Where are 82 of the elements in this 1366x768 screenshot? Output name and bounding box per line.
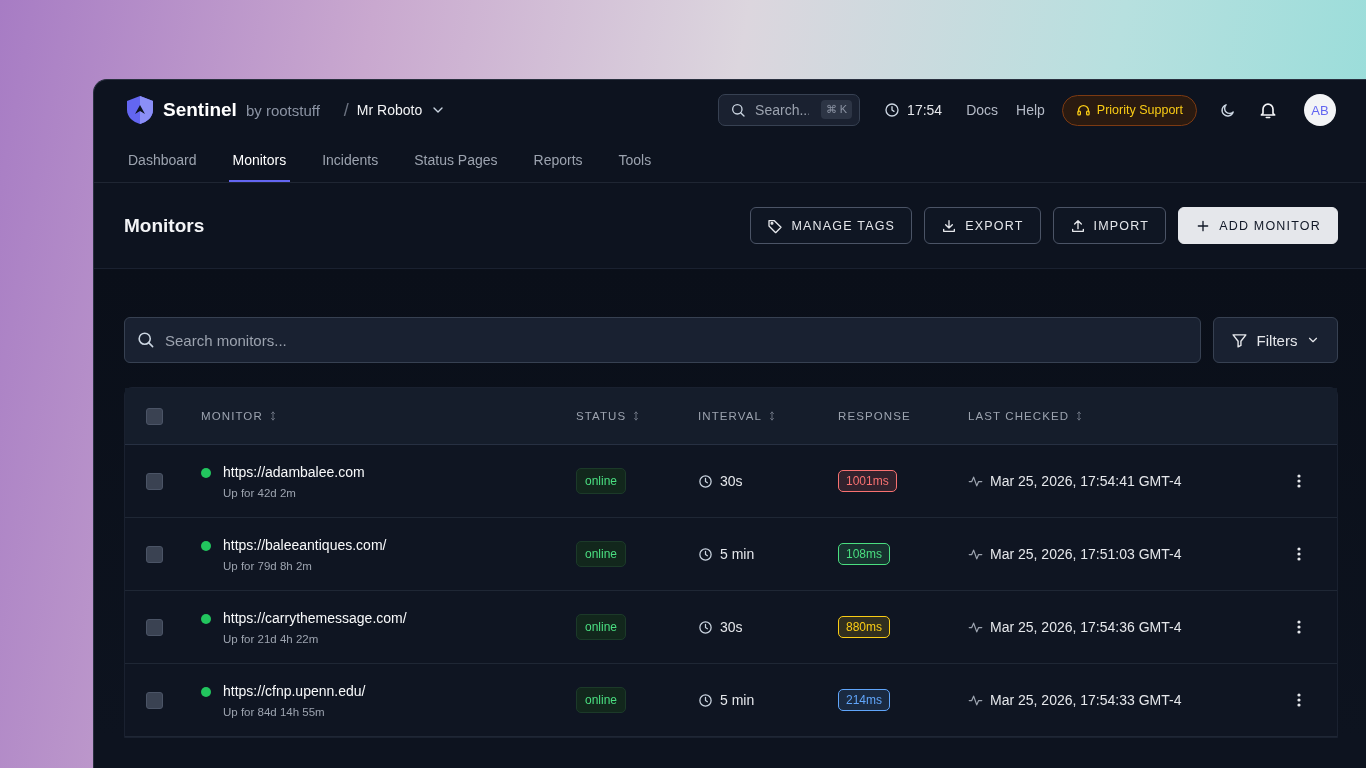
kebab-menu-icon: [1297, 547, 1301, 561]
brand-byline: by rootstuff: [245, 101, 320, 119]
status-badge: online: [576, 687, 627, 713]
uptime-text: Up for 42d 2m: [223, 487, 297, 499]
pulse-icon: [968, 546, 983, 562]
last-checked-time: Mar 25, 2026, 17:54:33 GMT-4: [990, 692, 1182, 708]
upload-icon: [1069, 217, 1086, 234]
interval-text: 30s: [720, 619, 743, 635]
interval-text: 30s: [720, 473, 743, 489]
search-icon: [730, 102, 747, 118]
monitor-url[interactable]: https://cfnp.upenn.edu/: [223, 683, 366, 699]
page-title: Monitors: [124, 214, 206, 237]
action-button[interactable]: MANAGE TAGS: [750, 207, 913, 244]
nav-tab[interactable]: Status Pages: [414, 140, 516, 182]
nav-link[interactable]: Help: [1016, 102, 1045, 118]
theme-toggle[interactable]: [1219, 101, 1236, 119]
interval-text: 5 min: [720, 546, 755, 562]
filters-button[interactable]: Filters: [1213, 317, 1338, 363]
shield-logo-icon: [126, 95, 154, 125]
shortcut-hint: ⌘ K: [820, 100, 853, 119]
column-header[interactable]: INTERVAL: [698, 410, 778, 422]
search-icon: [136, 330, 155, 349]
filter-icon: [1230, 331, 1248, 349]
action-button[interactable]: ADD MONITOR: [1178, 207, 1338, 244]
nav-tab[interactable]: Monitors: [228, 140, 291, 182]
breadcrumb-separator: /: [343, 99, 349, 121]
response-time-badge: 214ms: [838, 689, 891, 711]
column-header[interactable]: STATUS: [576, 410, 643, 422]
nav-link[interactable]: Docs: [966, 102, 999, 118]
kebab-menu-icon: [1297, 693, 1301, 707]
nav-tab[interactable]: Tools: [618, 140, 670, 182]
response-time-badge: 880ms: [838, 616, 891, 638]
nav-tab[interactable]: Reports: [533, 140, 601, 182]
clock-icon: [698, 473, 713, 489]
status-badge: online: [576, 614, 627, 640]
uptime-text: Up for 21d 4h 22m: [223, 633, 320, 645]
pulse-icon: [968, 692, 983, 708]
uptime-text: Up for 79d 8h 2m: [223, 560, 313, 572]
tag-icon: [767, 217, 784, 234]
monitor-url[interactable]: https://adambalee.com: [223, 464, 365, 480]
row-checkbox[interactable]: [146, 691, 163, 709]
last-checked-time: Mar 25, 2026, 17:51:03 GMT-4: [990, 546, 1182, 562]
pulse-icon: [968, 473, 983, 489]
response-time-badge: 108ms: [838, 543, 891, 565]
column-header[interactable]: LAST CHECKED: [968, 410, 1086, 422]
notifications-button[interactable]: [1258, 100, 1278, 120]
monitor-url[interactable]: https://baleeantiques.com/: [223, 537, 387, 553]
kebab-menu-icon: [1297, 620, 1301, 634]
bell-icon: [1258, 100, 1278, 120]
row-checkbox[interactable]: [146, 545, 163, 563]
clock-icon: [884, 102, 901, 118]
nav-tab[interactable]: Incidents: [322, 140, 397, 182]
moon-icon: [1219, 101, 1236, 119]
kebab-menu-icon: [1297, 474, 1301, 488]
response-time-badge: 1001ms: [838, 470, 897, 492]
last-checked-time: Mar 25, 2026, 17:54:36 GMT-4: [990, 619, 1182, 635]
headset-icon: [1075, 102, 1091, 118]
row-checkbox[interactable]: [146, 472, 163, 490]
clock-icon: [698, 619, 713, 635]
user-avatar[interactable]: AB: [1304, 94, 1336, 126]
clock-time: 17:54: [907, 102, 943, 118]
clock-icon: [698, 692, 713, 708]
last-checked-time: Mar 25, 2026, 17:54:41 GMT-4: [990, 473, 1182, 489]
row-checkbox[interactable]: [146, 407, 163, 425]
row-checkbox[interactable]: [146, 618, 163, 636]
nav-tab[interactable]: Dashboard: [128, 140, 215, 182]
monitor-search-field[interactable]: Search monitors...: [124, 317, 1201, 363]
column-header[interactable]: MONITOR: [201, 410, 279, 422]
pulse-icon: [968, 619, 983, 635]
action-button[interactable]: EXPORT: [924, 207, 1041, 244]
brand-name: Sentinel: [163, 99, 237, 121]
column-header[interactable]: RESPONSE: [838, 410, 911, 422]
uptime-text: Up for 84d 14h 55m: [223, 706, 326, 718]
download-icon: [941, 217, 958, 234]
workspace-selector[interactable]: Mr Roboto: [356, 102, 447, 118]
action-button[interactable]: IMPORT: [1052, 207, 1167, 244]
monitor-url[interactable]: https://carrythemessage.com/: [223, 610, 407, 626]
clock-icon: [698, 546, 713, 562]
interval-text: 5 min: [720, 692, 755, 708]
status-badge: online: [576, 468, 627, 494]
status-badge: online: [576, 541, 627, 567]
priority-support-button[interactable]: Priority Support: [1061, 94, 1197, 126]
